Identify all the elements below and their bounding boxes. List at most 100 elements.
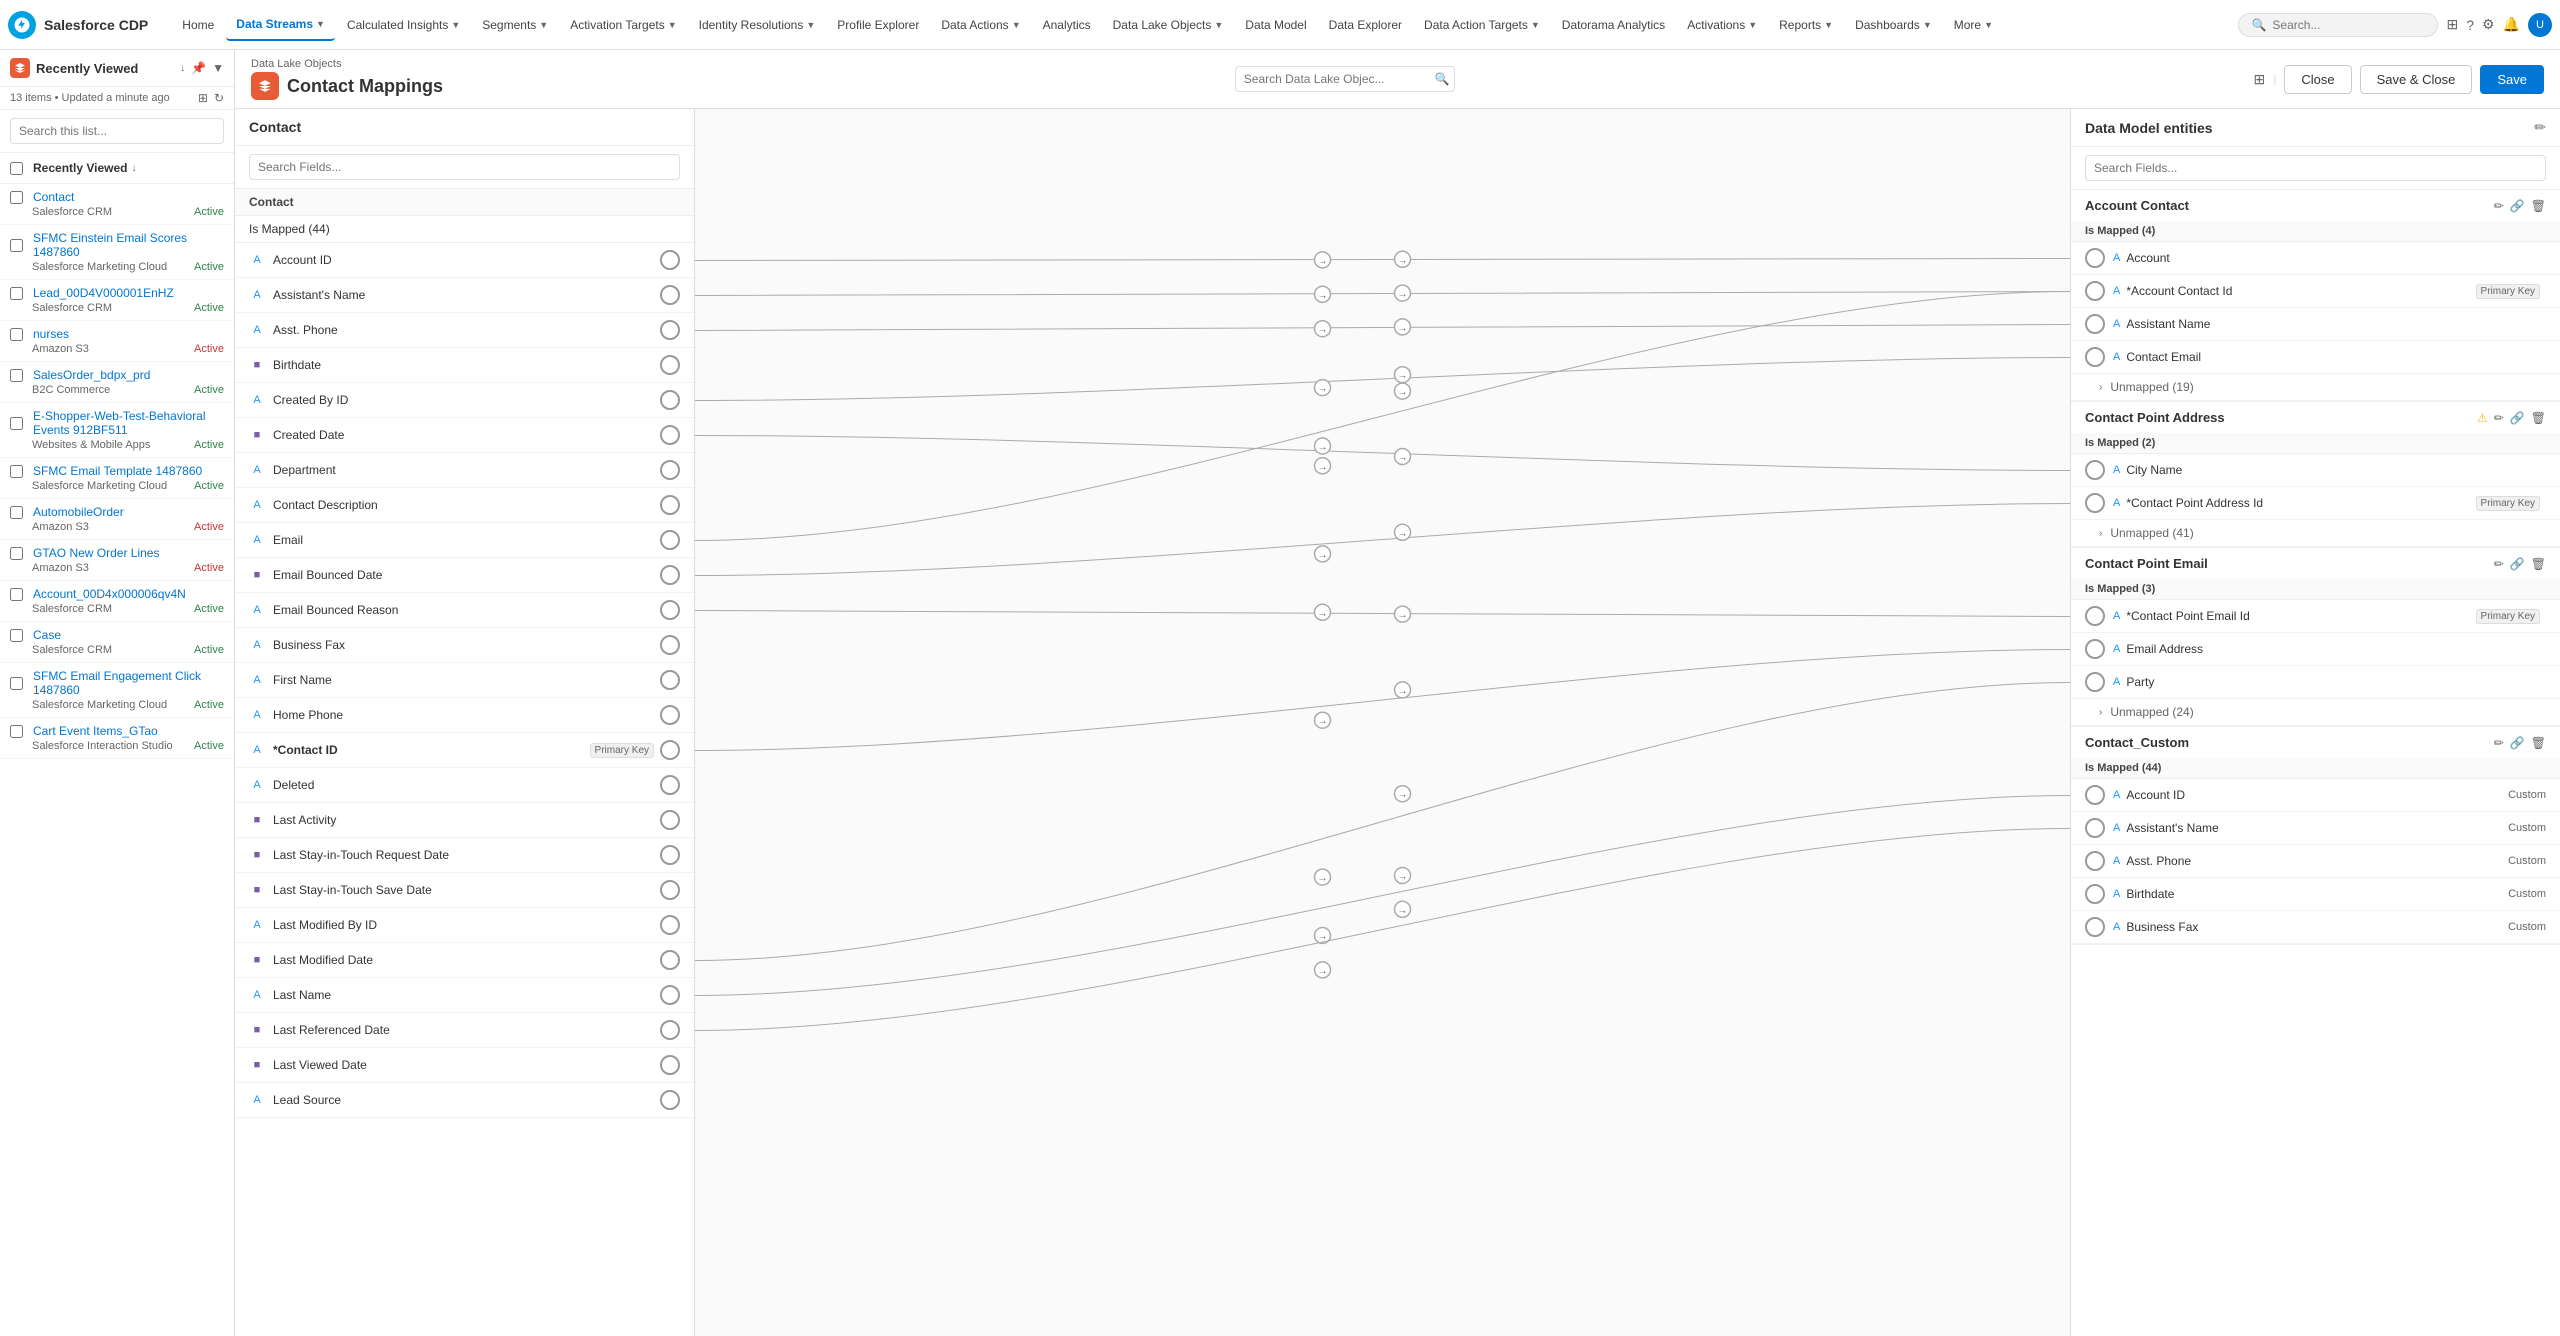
field-row[interactable]: ■ Last Referenced Date <box>235 1013 694 1048</box>
nav-activations[interactable]: Activations ▼ <box>1677 9 1767 41</box>
entity-delete-icon[interactable]: 🗑 <box>2531 736 2546 750</box>
field-connector-dot[interactable] <box>660 460 680 480</box>
entity-header[interactable]: Account Contact ✏ 🔗 🗑 <box>2071 190 2560 221</box>
field-connector-dot[interactable] <box>660 985 680 1005</box>
sidebar-item[interactable]: GTAO New Order Lines Amazon S3 Active <box>0 540 234 581</box>
field-connector-dot[interactable] <box>660 775 680 795</box>
field-connector-dot[interactable] <box>660 250 680 270</box>
field-connector-dot[interactable] <box>660 1055 680 1075</box>
sidebar-item-checkbox[interactable] <box>10 465 23 478</box>
field-connector-dot[interactable] <box>660 390 680 410</box>
sidebar-item-checkbox[interactable] <box>10 629 23 642</box>
settings-icon[interactable]: ⚙ <box>2482 16 2495 33</box>
sidebar-item-checkbox[interactable] <box>10 547 23 560</box>
close-button[interactable]: Close <box>2284 65 2351 94</box>
field-row[interactable]: A Contact Description <box>235 488 694 523</box>
field-row[interactable]: ■ Last Viewed Date <box>235 1048 694 1083</box>
sidebar-item-checkbox[interactable] <box>10 677 23 690</box>
nav-dashboards[interactable]: Dashboards ▼ <box>1845 9 1942 41</box>
sidebar-item[interactable]: E-Shopper-Web-Test-Behavioral Events 912… <box>0 403 234 458</box>
field-row[interactable]: A Lead Source <box>235 1083 694 1118</box>
left-panel-search-input[interactable] <box>249 154 680 180</box>
sidebar-item[interactable]: SFMC Email Engagement Click 1487860 Sale… <box>0 663 234 718</box>
nav-data-model[interactable]: Data Model <box>1235 9 1316 41</box>
entity-edit-icon[interactable]: ✏ <box>2494 411 2504 425</box>
right-field-connector[interactable] <box>2085 851 2105 871</box>
sidebar-dropdown-icon[interactable]: ▼ <box>212 61 224 75</box>
bell-icon[interactable]: 🔔 <box>2503 16 2520 33</box>
unmapped-row[interactable]: › Unmapped (24) <box>2071 699 2560 726</box>
user-avatar[interactable]: U <box>2528 13 2552 37</box>
sidebar-item-checkbox[interactable] <box>10 369 23 382</box>
right-field-connector[interactable] <box>2085 884 2105 904</box>
sidebar-item[interactable]: Case Salesforce CRM Active <box>0 622 234 663</box>
field-connector-dot[interactable] <box>660 1020 680 1040</box>
nav-identity-resolutions[interactable]: Identity Resolutions ▼ <box>689 9 826 41</box>
field-row[interactable]: A Business Fax <box>235 628 694 663</box>
field-connector-dot[interactable] <box>660 495 680 515</box>
nav-data-streams[interactable]: Data Streams ▼ <box>226 9 335 41</box>
sidebar-item[interactable]: Cart Event Items_GTao Salesforce Interac… <box>0 718 234 759</box>
sidebar-item[interactable]: SalesOrder_bdpx_prd B2C Commerce Active <box>0 362 234 403</box>
field-connector-dot[interactable] <box>660 320 680 340</box>
sidebar-item-checkbox[interactable] <box>10 725 23 738</box>
save-close-button[interactable]: Save & Close <box>2360 65 2473 94</box>
save-button[interactable]: Save <box>2480 65 2544 94</box>
field-connector-dot[interactable] <box>660 740 680 760</box>
field-connector-dot[interactable] <box>660 1090 680 1110</box>
nav-profile-explorer[interactable]: Profile Explorer <box>827 9 929 41</box>
sidebar-item-checkbox[interactable] <box>10 191 23 204</box>
field-row[interactable]: A Email <box>235 523 694 558</box>
nav-data-lake-objects[interactable]: Data Lake Objects ▼ <box>1103 9 1234 41</box>
sidebar-refresh-icon[interactable]: ↻ <box>214 91 224 105</box>
field-row[interactable]: ■ Birthdate <box>235 348 694 383</box>
nav-activation-targets[interactable]: Activation Targets ▼ <box>560 9 686 41</box>
field-connector-dot[interactable] <box>660 810 680 830</box>
nav-more[interactable]: More ▼ <box>1944 9 2003 41</box>
right-field-connector[interactable] <box>2085 281 2105 301</box>
right-field-connector[interactable] <box>2085 493 2105 513</box>
field-connector-dot[interactable] <box>660 705 680 725</box>
right-field-connector[interactable] <box>2085 606 2105 626</box>
page-action-grid-icon[interactable]: ⊞ <box>2253 71 2265 88</box>
sidebar-item-checkbox[interactable] <box>10 328 23 341</box>
right-search-input[interactable] <box>2085 155 2546 181</box>
sidebar-item-checkbox[interactable] <box>10 239 23 252</box>
global-search[interactable]: 🔍 <box>2238 13 2438 37</box>
field-connector-dot[interactable] <box>660 565 680 585</box>
right-field-connector[interactable] <box>2085 314 2105 334</box>
sidebar-item-checkbox[interactable] <box>10 506 23 519</box>
field-row[interactable]: A Asst. Phone <box>235 313 694 348</box>
field-connector-dot[interactable] <box>660 425 680 445</box>
unmapped-row[interactable]: › Unmapped (41) <box>2071 520 2560 547</box>
field-row[interactable]: A Home Phone <box>235 698 694 733</box>
right-field-connector[interactable] <box>2085 818 2105 838</box>
sidebar-item[interactable]: Account_00D4x000006qv4N Salesforce CRM A… <box>0 581 234 622</box>
field-connector-dot[interactable] <box>660 530 680 550</box>
sidebar-grid-icon[interactable]: ⊞ <box>198 91 208 105</box>
field-row[interactable]: A Account ID <box>235 243 694 278</box>
nav-data-actions[interactable]: Data Actions ▼ <box>931 9 1030 41</box>
right-field-connector[interactable] <box>2085 917 2105 937</box>
right-field-connector[interactable] <box>2085 248 2105 268</box>
field-connector-dot[interactable] <box>660 635 680 655</box>
field-row[interactable]: A *Contact ID Primary Key <box>235 733 694 768</box>
sidebar-search-input[interactable] <box>10 118 224 144</box>
sidebar-item-checkbox[interactable] <box>10 287 23 300</box>
field-connector-dot[interactable] <box>660 670 680 690</box>
data-lake-search-input[interactable] <box>1235 66 1455 92</box>
field-row[interactable]: ■ Email Bounced Date <box>235 558 694 593</box>
field-connector-dot[interactable] <box>660 355 680 375</box>
field-connector-dot[interactable] <box>660 845 680 865</box>
entity-delete-icon[interactable]: 🗑 <box>2531 199 2546 213</box>
field-row[interactable]: A Created By ID <box>235 383 694 418</box>
nav-calculated-insights[interactable]: Calculated Insights ▼ <box>337 9 470 41</box>
sidebar-pin-icon[interactable]: 📌 <box>191 61 206 75</box>
nav-segments[interactable]: Segments ▼ <box>472 9 558 41</box>
sidebar-item-checkbox[interactable] <box>10 588 23 601</box>
field-row[interactable]: A Assistant's Name <box>235 278 694 313</box>
sidebar-item[interactable]: Contact Salesforce CRM Active <box>0 184 234 225</box>
entity-header[interactable]: Contact Point Address ⚠ ✏ 🔗 🗑 <box>2071 402 2560 433</box>
field-row[interactable]: ■ Last Stay-in-Touch Request Date <box>235 838 694 873</box>
sidebar-item[interactable]: Lead_00D4V000001EnHZ Salesforce CRM Acti… <box>0 280 234 321</box>
